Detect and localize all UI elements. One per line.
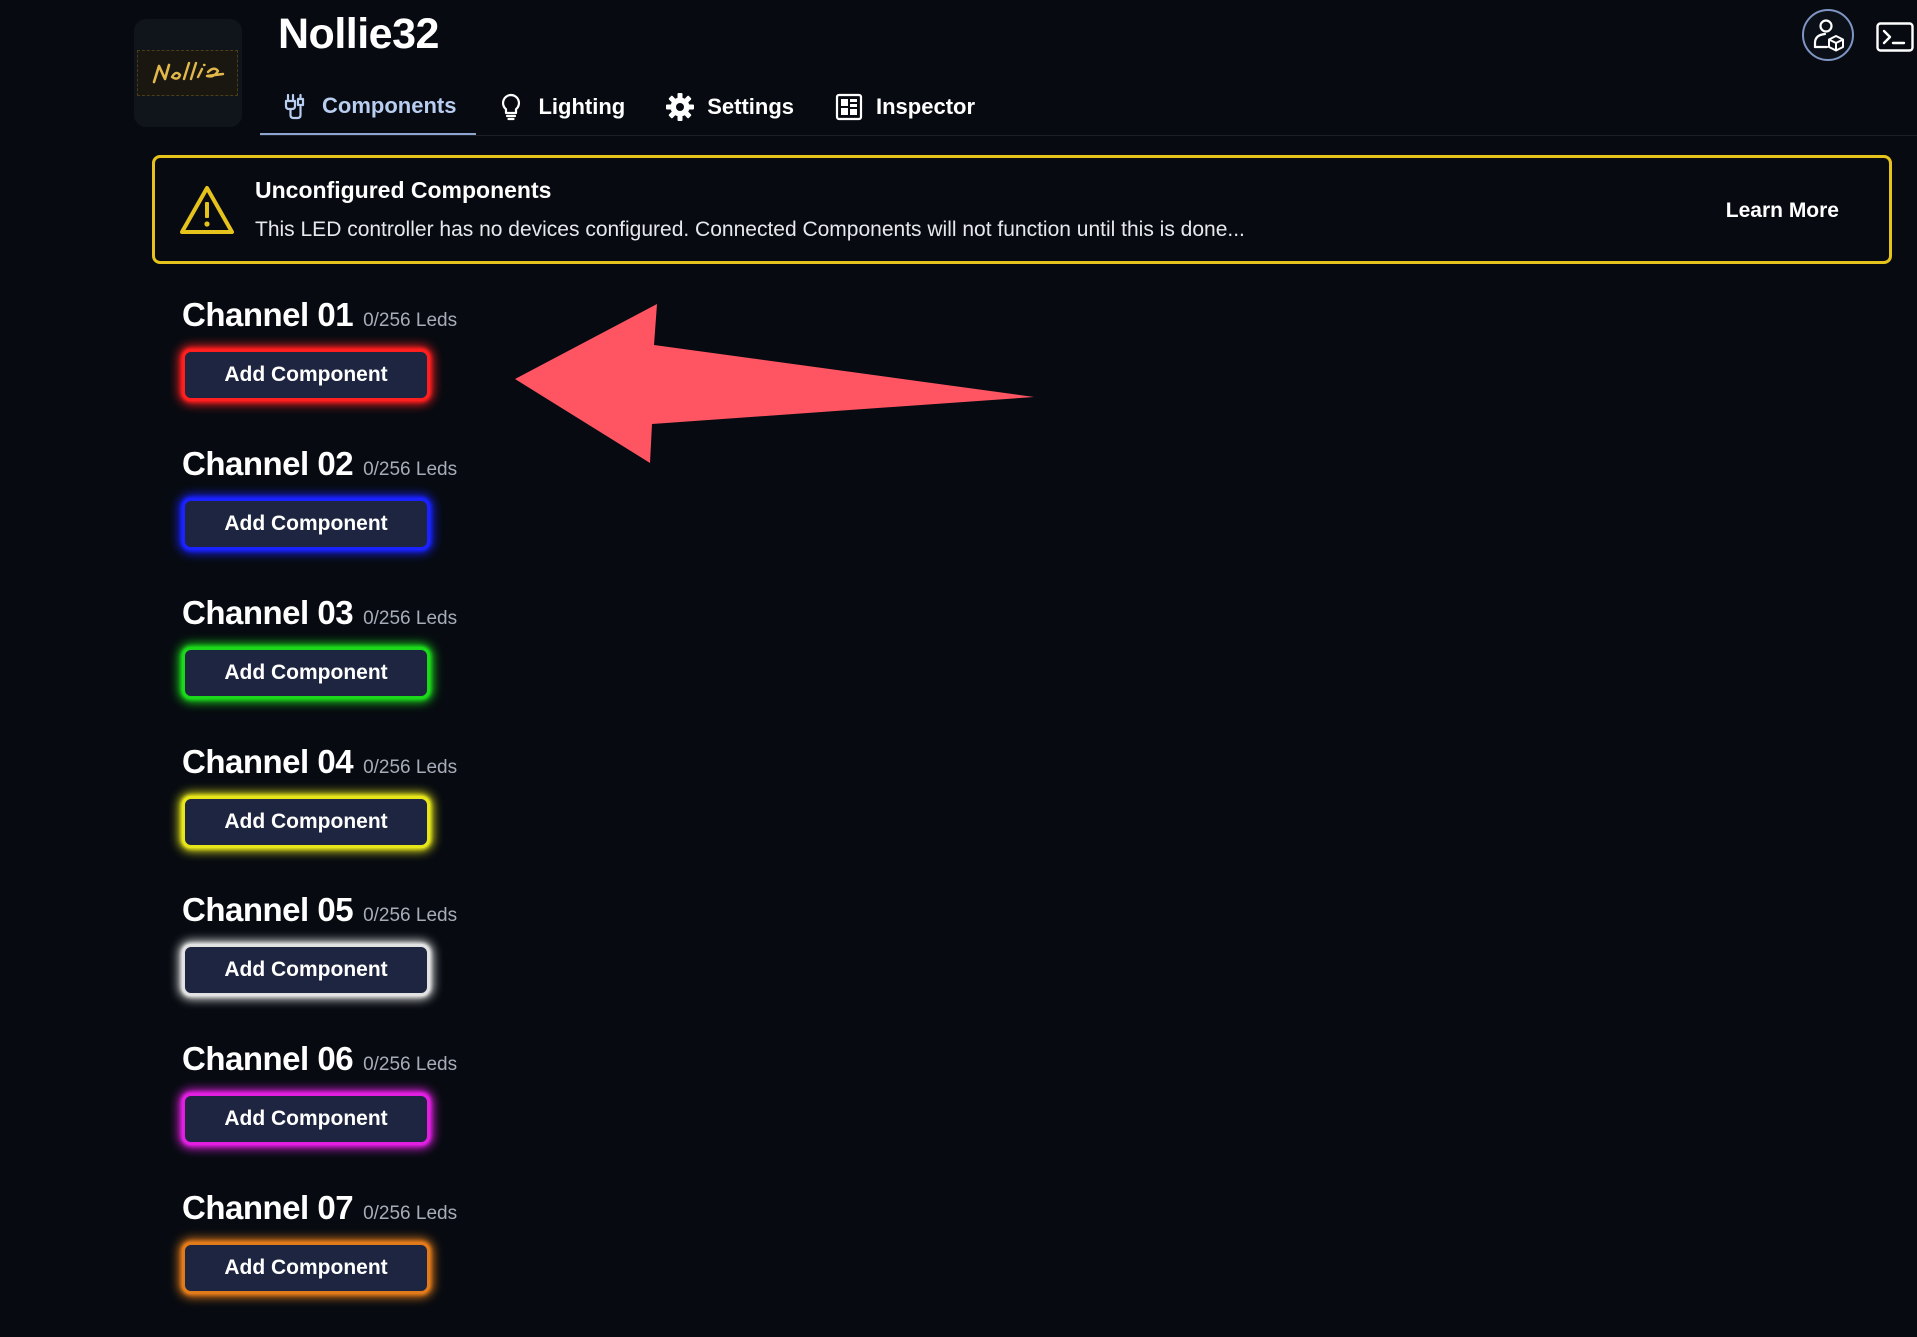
channel-name: Channel 06 [182,1040,354,1077]
nollie-logo-thumbnail [152,61,225,84]
channel-name: Channel 03 [182,594,354,631]
annotation-arrow-shape [515,304,1034,463]
unconfigured-warning-banner: Unconfigured Components This LED control… [152,155,1892,264]
channel-name: Channel 07 [182,1189,354,1226]
channel-led-count: 0/256 Leds [363,608,458,629]
tab-lighting[interactable]: Lighting [476,78,645,136]
channel-name: Channel 04 [182,743,354,780]
channel-led-count: 0/256 Leds [363,905,458,926]
add-component-button[interactable]: Add Component [182,1093,430,1145]
add-component-label: Add Component [224,512,388,535]
add-component-button[interactable]: Add Component [182,647,430,699]
console-button[interactable] [1876,22,1914,52]
add-component-label: Add Component [224,363,388,386]
inspector-icon [835,93,863,121]
add-component-label: Add Component [224,1107,388,1130]
header-divider [260,135,1917,136]
tab-settings[interactable]: Settings [645,78,814,136]
channel-05: Channel 05 0/256 Leds Add Component [182,891,682,1039]
tab-settings-label: Settings [707,94,794,119]
add-component-label: Add Component [224,810,388,833]
channel-07: Channel 07 0/256 Leds Add Component [182,1189,682,1337]
device-title: Nollie32 [278,10,439,58]
tab-lighting-label: Lighting [538,94,626,119]
channel-led-count: 0/256 Leds [363,310,458,331]
add-component-label: Add Component [224,958,388,981]
tab-components-label: Components [322,92,457,118]
add-component-button[interactable]: Add Component [182,796,430,848]
tab-inspector[interactable]: Inspector [814,78,995,136]
channel-led-count: 0/256 Leds [363,1203,458,1224]
channel-name: Channel 01 [182,296,354,333]
channel-led-count: 0/256 Leds [363,1054,458,1075]
warning-title: Unconfigured Components [255,177,552,203]
tab-components[interactable]: Components [260,78,477,136]
tab-inspector-label: Inspector [876,94,976,119]
add-component-button[interactable]: Add Component [182,498,430,550]
add-component-label: Add Component [224,661,388,684]
add-component-button[interactable]: Add Component [182,349,430,401]
channel-04: Channel 04 0/256 Leds Add Component [182,743,682,891]
learn-more-link[interactable]: Learn More [1726,199,1839,223]
add-component-button[interactable]: Add Component [182,944,430,996]
add-component-button[interactable]: Add Component [182,1242,430,1294]
device-thumbnail [134,19,242,127]
terminal-icon [1876,22,1914,52]
channel-name: Channel 05 [182,891,354,928]
lightbulb-icon [502,93,521,121]
channel-06: Channel 06 0/256 Leds Add Component [182,1040,682,1188]
warning-triangle-icon [180,186,234,234]
annotation-arrow [515,304,1034,463]
channel-led-count: 0/256 Leds [363,459,458,480]
main-tabs: Components Lighting Settings Inspector [260,78,995,136]
add-component-label: Add Component [224,1256,388,1279]
channel-led-count: 0/256 Leds [363,757,458,778]
components-icon [284,93,305,119]
channel-name: Channel 02 [182,445,354,482]
warning-message: This LED controller has no devices confi… [255,218,1245,241]
channel-03: Channel 03 0/256 Leds Add Component [182,594,682,742]
user-cube-icon [1813,19,1844,52]
user-button[interactable] [1802,9,1854,61]
gear-icon [666,93,695,121]
